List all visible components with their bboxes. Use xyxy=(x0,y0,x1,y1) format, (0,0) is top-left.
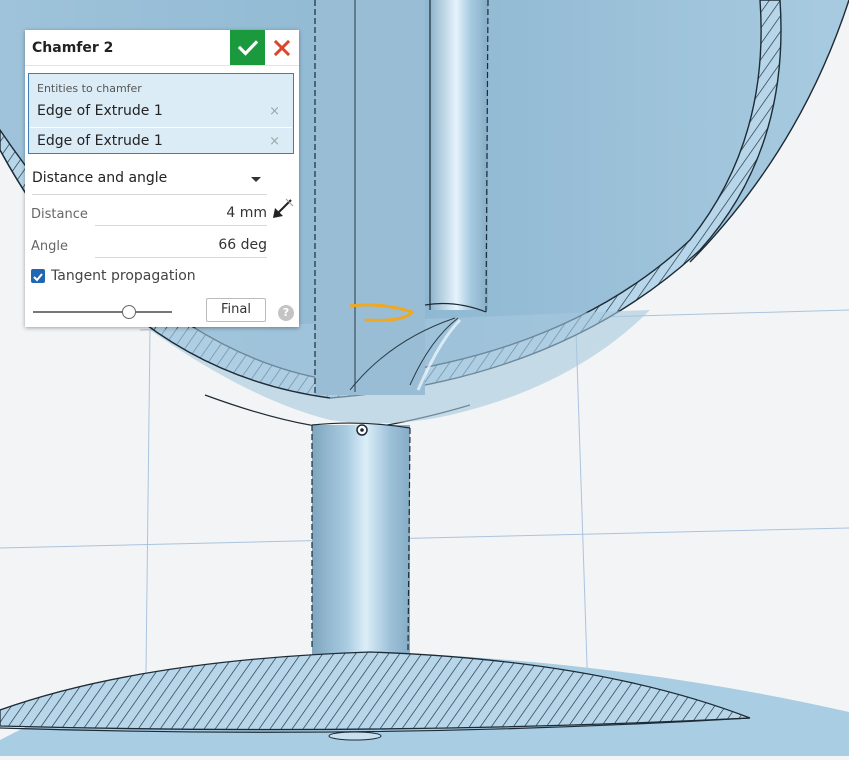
tangent-propagation-label: Tangent propagation xyxy=(51,268,196,284)
angle-input[interactable]: 66 deg xyxy=(95,234,267,258)
distance-field-row: Distance 4 mm xyxy=(31,202,267,226)
base xyxy=(0,651,849,756)
panel-header: Chamfer 2 xyxy=(25,30,299,66)
accept-button[interactable] xyxy=(230,30,265,65)
final-button[interactable]: Final xyxy=(206,298,266,322)
chamfer-type-dropdown[interactable]: Distance and angle xyxy=(32,167,267,195)
checkmark-icon xyxy=(237,39,258,56)
panel-title: Chamfer 2 xyxy=(32,40,114,56)
angle-label: Angle xyxy=(31,239,68,254)
stem xyxy=(311,422,411,655)
entity-item[interactable]: Edge of Extrude 1 × xyxy=(30,127,292,155)
angle-field-row: Angle 66 deg xyxy=(31,234,267,258)
chamfer-feature-panel: Chamfer 2 Entities to chamfer Edge of Ex… xyxy=(25,30,299,327)
entity-label: Edge of Extrude 1 xyxy=(37,133,163,149)
tangent-propagation-checkbox[interactable]: Tangent propagation xyxy=(31,267,261,287)
chevron-down-icon xyxy=(251,177,261,182)
cancel-button[interactable] xyxy=(265,30,299,65)
flip-direction-icon[interactable] xyxy=(271,196,295,222)
distance-label: Distance xyxy=(31,207,88,222)
rollback-slider-track[interactable] xyxy=(33,311,172,313)
distance-input[interactable]: 4 mm xyxy=(95,202,267,226)
entity-label: Edge of Extrude 1 xyxy=(37,103,163,119)
entities-selection-box[interactable]: Entities to chamfer Edge of Extrude 1 × … xyxy=(28,73,294,154)
entity-item[interactable]: Edge of Extrude 1 × xyxy=(30,98,292,125)
remove-entity-icon[interactable]: × xyxy=(269,104,280,119)
close-icon xyxy=(274,39,290,56)
chamfer-type-value: Distance and angle xyxy=(32,170,168,186)
help-icon[interactable]: ? xyxy=(278,305,294,321)
rollback-slider-thumb[interactable] xyxy=(122,305,136,319)
entities-label: Entities to chamfer xyxy=(37,82,142,95)
checkbox-checked-icon[interactable] xyxy=(31,269,45,283)
remove-entity-icon[interactable]: × xyxy=(269,134,280,149)
